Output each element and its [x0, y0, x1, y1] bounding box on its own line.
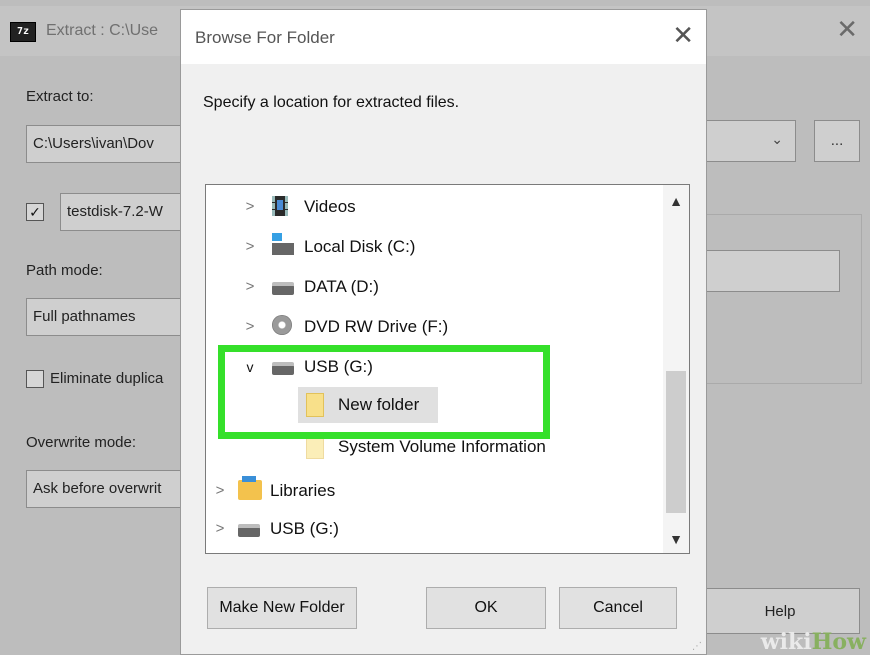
close-icon[interactable]: ✕	[672, 20, 694, 51]
path-mode-select[interactable]: Full pathnames	[26, 298, 186, 336]
tree-item-usb-g[interactable]: > USB (G:)	[206, 511, 666, 547]
windows-disk-icon	[272, 233, 294, 255]
7zip-app-icon: 7z	[10, 22, 36, 42]
eliminate-checkbox[interactable]	[26, 370, 44, 388]
tree-item-data-d[interactable]: > DATA (D:)	[206, 269, 666, 305]
help-button[interactable]: Help	[700, 588, 860, 634]
extract-window-title: Extract : C:\Use	[46, 22, 159, 39]
tree-item-label: DVD RW Drive (F:)	[304, 317, 449, 336]
watermark-how: How	[811, 629, 866, 655]
cancel-button[interactable]: Cancel	[559, 587, 677, 629]
extract-to-combo[interactable]: C:\Users\ivan\Dov	[26, 125, 186, 163]
tree-item-label: Local Disk (C:)	[304, 237, 416, 256]
folder-name-checkbox[interactable]: ✓	[26, 203, 44, 221]
usb-drive-icon	[238, 524, 260, 537]
password-field[interactable]	[700, 250, 840, 292]
scroll-thumb[interactable]	[666, 371, 686, 513]
watermark-wiki: wiki	[760, 629, 812, 655]
expand-icon[interactable]: >	[242, 229, 258, 265]
make-new-folder-button[interactable]: Make New Folder	[207, 587, 357, 629]
dialog-instruction: Specify a location for extracted files.	[203, 94, 460, 111]
eliminate-label: Eliminate duplica	[50, 370, 164, 387]
expand-icon[interactable]: >	[242, 269, 258, 305]
tree-item-label: DATA (D:)	[304, 277, 379, 296]
scroll-up-icon[interactable]: ▲	[669, 193, 683, 209]
tree-item-libraries[interactable]: > Libraries	[206, 473, 666, 509]
ok-button[interactable]: OK	[426, 587, 546, 629]
tree-item-label: Libraries	[270, 481, 336, 500]
browse-button[interactable]: ...	[814, 120, 860, 162]
expand-icon[interactable]: >	[242, 189, 258, 225]
extract-close-icon[interactable]: ✕	[836, 14, 858, 45]
tree-item-videos[interactable]: > Videos	[206, 189, 666, 225]
tree-item-label: Videos	[304, 197, 356, 216]
extract-to-combo-right[interactable]: ⌄	[700, 120, 796, 162]
expand-icon[interactable]: >	[212, 473, 228, 509]
browse-for-folder-dialog: Browse For Folder ✕ Specify a location f…	[180, 9, 707, 655]
green-highlight-box	[218, 345, 550, 439]
tree-item-local-disk-c[interactable]: > Local Disk (C:)	[206, 229, 666, 265]
path-mode-label: Path mode:	[26, 262, 103, 279]
options-group	[700, 214, 862, 384]
dialog-title: Browse For Folder	[195, 28, 335, 47]
overwrite-mode-select[interactable]: Ask before overwrit	[26, 470, 186, 508]
video-folder-icon	[272, 196, 288, 216]
libraries-icon	[238, 476, 262, 500]
tree-scrollbar[interactable]: ▲ ▼	[663, 185, 689, 553]
dialog-titlebar: Browse For Folder ✕	[181, 10, 706, 64]
overwrite-mode-label: Overwrite mode:	[26, 434, 137, 451]
extract-to-label: Extract to:	[26, 88, 94, 105]
expand-icon[interactable]: >	[242, 309, 258, 345]
disk-icon	[272, 282, 294, 295]
tree-item-dvd-f[interactable]: > DVD RW Drive (F:)	[206, 309, 666, 345]
folder-name-input[interactable]: testdisk-7.2-W	[60, 193, 186, 231]
scroll-down-icon[interactable]: ▼	[669, 531, 683, 547]
wikihow-watermark: wikiHow	[761, 629, 866, 655]
tree-item-label: USB (G:)	[270, 519, 339, 538]
expand-icon[interactable]: >	[212, 511, 228, 547]
chevron-down-icon: ⌄	[771, 131, 783, 147]
resize-grip-icon[interactable]: ⋰	[692, 641, 702, 652]
dvd-icon	[272, 315, 292, 335]
